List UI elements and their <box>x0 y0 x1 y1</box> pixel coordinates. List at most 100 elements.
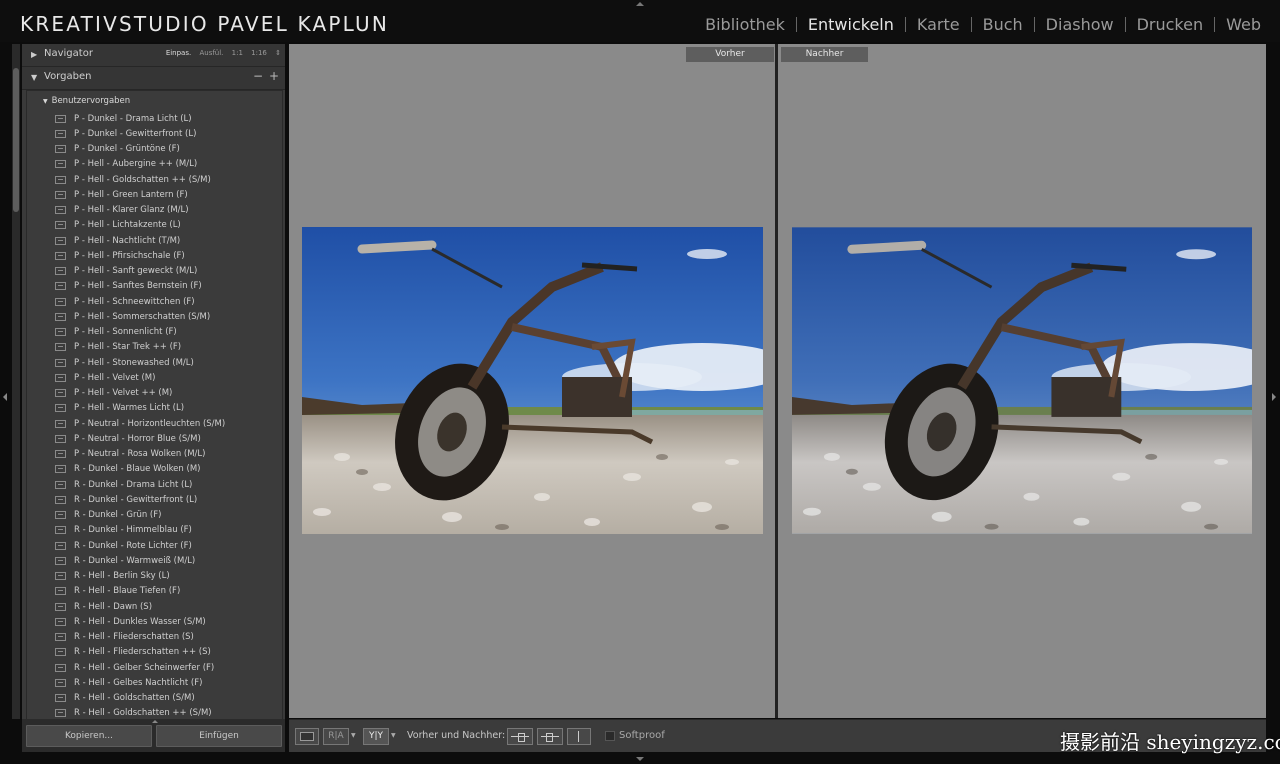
folder-expand-triangle-icon[interactable]: ▼ <box>43 98 48 105</box>
zoom-fill-option[interactable]: Ausfül. <box>199 49 223 57</box>
preset-item[interactable]: P - Hell - Sonnenlicht (F) <box>55 325 177 340</box>
before-after-yy-button[interactable]: Y|Y <box>363 728 389 745</box>
preset-item[interactable]: P - Hell - Velvet (M) <box>55 370 155 385</box>
preset-item[interactable]: P - Hell - Stonewashed (M/L) <box>55 355 194 370</box>
top-panel-toggle-icon[interactable] <box>636 2 644 6</box>
preset-item[interactable]: R - Hell - Berlin Sky (L) <box>55 569 170 584</box>
module-drucken[interactable]: Drucken <box>1124 17 1215 33</box>
preset-label: R - Hell - Fliederschatten (S) <box>74 632 194 642</box>
module-diashow[interactable]: Diashow <box>1033 17 1125 33</box>
preset-item[interactable]: P - Hell - Sommerschatten (S/M) <box>55 309 210 324</box>
preset-label: P - Hell - Sanft geweckt (M/L) <box>74 266 198 276</box>
preset-folder[interactable]: ▼ Benutzervorgaben <box>43 96 130 106</box>
preset-item[interactable]: P - Dunkel - Gewitterfront (L) <box>55 126 196 141</box>
preset-icon <box>55 221 66 230</box>
preset-item[interactable]: R - Dunkel - Drama Licht (L) <box>55 477 192 492</box>
preset-item[interactable]: R - Hell - Fliederschatten (S) <box>55 630 194 645</box>
preset-icon <box>55 358 66 367</box>
view-mode-dropdown-icon[interactable]: ▼ <box>391 732 396 739</box>
preset-item[interactable]: R - Hell - Dawn (S) <box>55 599 152 614</box>
softproof-checkbox[interactable] <box>605 731 615 741</box>
preset-folder-label: Benutzervorgaben <box>51 96 131 106</box>
preset-item[interactable]: R - Hell - Goldschatten (S/M) <box>55 691 195 706</box>
preset-item[interactable]: R - Dunkel - Blaue Wolken (M) <box>55 462 200 477</box>
collapse-triangle-icon[interactable]: ▶ <box>31 50 37 59</box>
module-karte[interactable]: Karte <box>904 17 971 33</box>
preset-label: P - Hell - Pfirsichschale (F) <box>74 250 185 261</box>
preset-icon <box>55 434 66 443</box>
preset-item[interactable]: R - Hell - Gelbes Nachtlicht (F) <box>55 675 202 690</box>
preset-item[interactable]: P - Hell - Sanft geweckt (M/L) <box>55 264 197 279</box>
preset-item[interactable]: R - Hell - Goldschatten ++ (S/M) <box>55 706 212 719</box>
loupe-view-button[interactable] <box>295 728 319 745</box>
right-panel-toggle-icon[interactable] <box>1272 393 1276 401</box>
preset-item[interactable]: P - Dunkel - Grüntöne (F) <box>55 142 180 157</box>
left-bottom-toggle-icon[interactable] <box>152 720 158 723</box>
bottom-panel-toggle-icon[interactable] <box>636 757 644 761</box>
preset-item[interactable]: R - Dunkel - Gewitterfront (L) <box>55 492 197 507</box>
preset-item[interactable]: R - Hell - Blaue Tiefen (F) <box>55 584 180 599</box>
preset-icon <box>55 602 66 611</box>
preset-item[interactable]: P - Hell - Nachtlicht (T/M) <box>55 233 180 248</box>
preset-item[interactable]: P - Neutral - Horror Blue (S/M) <box>55 431 201 446</box>
copy-settings-button[interactable]: Kopieren... <box>26 725 152 747</box>
module-entwickeln[interactable]: Entwickeln <box>795 17 905 33</box>
preset-item[interactable]: P - Neutral - Horizontleuchten (S/M) <box>55 416 225 431</box>
preset-item[interactable]: P - Hell - Sanftes Bernstein (F) <box>55 279 202 294</box>
zoom-1-16-option[interactable]: 1:16 <box>251 49 267 57</box>
preset-label: P - Hell - Sanftes Bernstein (F) <box>74 281 202 292</box>
preset-label: P - Hell - Velvet ++ (M) <box>74 388 173 398</box>
preset-item[interactable]: P - Hell - Klarer Glanz (M/L) <box>55 203 189 218</box>
paste-settings-button[interactable]: Einfügen <box>156 725 282 747</box>
preset-item[interactable]: R - Dunkel - Rote Lichter (F) <box>55 538 192 553</box>
preset-label: R - Dunkel - Drama Licht (L) <box>74 479 193 490</box>
preset-icon <box>55 663 66 672</box>
remove-preset-icon[interactable]: − <box>253 69 263 83</box>
copy-before-to-after-button[interactable] <box>507 728 533 745</box>
preset-item[interactable]: P - Hell - Lichtakzente (L) <box>55 218 181 233</box>
expand-triangle-icon[interactable]: ▼ <box>31 73 37 82</box>
left-panel-toggle-icon[interactable] <box>3 393 7 401</box>
zoom-stepper-icon[interactable]: ⇕ <box>275 49 281 57</box>
left-panel: ▶ Navigator Einpas. Ausfül. 1:1 1:16 ⇕ ▼… <box>22 44 285 720</box>
preset-label: P - Hell - Sonnenlicht (F) <box>74 327 177 337</box>
preset-label: R - Hell - Gelber Scheinwerfer (F) <box>74 662 215 673</box>
add-preset-icon[interactable]: + <box>269 69 279 83</box>
presets-panel-header[interactable]: ▼ Vorgaben − + <box>22 67 285 90</box>
zoom-fit-option[interactable]: Einpas. <box>166 49 191 57</box>
preset-item[interactable]: P - Hell - Green Lantern (F) <box>55 187 188 202</box>
view-dropdown-icon[interactable]: ▼ <box>351 732 356 739</box>
swap-before-after-button[interactable] <box>567 728 591 745</box>
preset-label: P - Hell - Velvet (M) <box>74 372 156 383</box>
after-photo[interactable] <box>792 227 1252 534</box>
before-after-ra-button[interactable]: R|A <box>323 728 349 745</box>
preset-item[interactable]: R - Hell - Gelber Scheinwerfer (F) <box>55 660 214 675</box>
module-bibliothek[interactable]: Bibliothek <box>694 17 796 33</box>
navigator-panel-header[interactable]: ▶ Navigator Einpas. Ausfül. 1:1 1:16 ⇕ <box>22 44 285 67</box>
zoom-1-1-option[interactable]: 1:1 <box>232 49 243 57</box>
preset-item[interactable]: P - Hell - Schneewittchen (F) <box>55 294 195 309</box>
preset-item[interactable]: P - Hell - Aubergine ++ (M/L) <box>55 157 197 172</box>
preset-icon <box>55 648 66 657</box>
preset-item[interactable]: P - Neutral - Rosa Wolken (M/L) <box>55 447 205 462</box>
module-buch[interactable]: Buch <box>970 17 1034 33</box>
preset-item[interactable]: R - Dunkel - Himmelblau (F) <box>55 523 192 538</box>
navigator-label: Navigator <box>44 48 93 59</box>
preset-item[interactable]: R - Dunkel - Grün (F) <box>55 508 161 523</box>
left-panel-scrollbar[interactable] <box>13 68 19 212</box>
preset-item[interactable]: P - Dunkel - Drama Licht (L) <box>55 111 192 126</box>
preset-icon <box>55 480 66 489</box>
preset-item[interactable]: R - Hell - Dunkles Wasser (S/M) <box>55 614 206 629</box>
before-photo[interactable] <box>302 227 763 534</box>
preset-item[interactable]: P - Hell - Velvet ++ (M) <box>55 386 172 401</box>
preset-item[interactable]: P - Hell - Pfirsichschale (F) <box>55 248 185 263</box>
preset-item[interactable]: R - Dunkel - Warmweiß (M/L) <box>55 553 195 568</box>
preset-item[interactable]: R - Hell - Fliederschatten ++ (S) <box>55 645 211 660</box>
module-web[interactable]: Web <box>1214 17 1272 33</box>
preset-icon <box>55 541 66 550</box>
preset-label: P - Hell - Green Lantern (F) <box>74 189 188 200</box>
preset-item[interactable]: P - Hell - Star Trek ++ (F) <box>55 340 181 355</box>
copy-after-to-before-button[interactable] <box>537 728 563 745</box>
preset-item[interactable]: P - Hell - Goldschatten ++ (S/M) <box>55 172 211 187</box>
preset-item[interactable]: P - Hell - Warmes Licht (L) <box>55 401 184 416</box>
